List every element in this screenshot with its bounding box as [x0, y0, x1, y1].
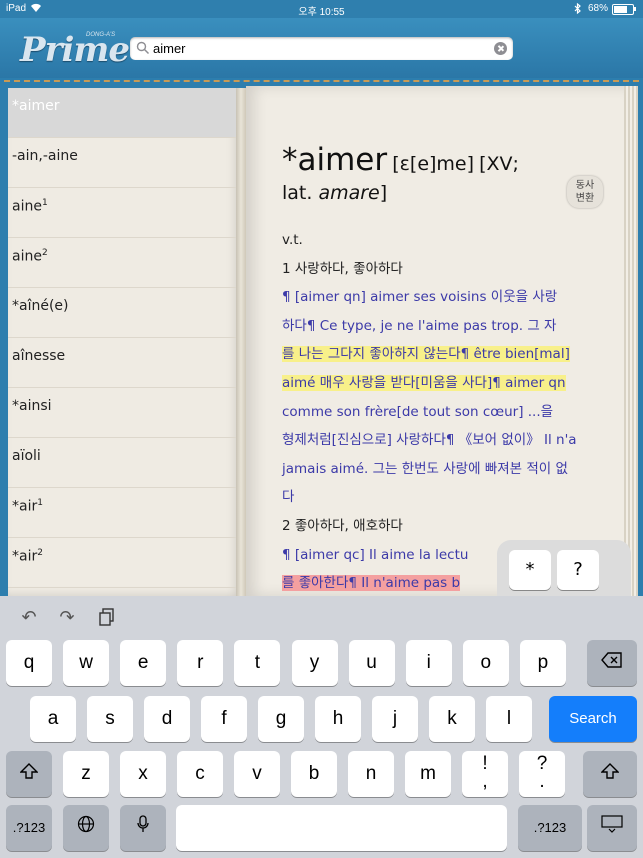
- dismiss-keyboard-key[interactable]: [587, 805, 637, 851]
- question-key[interactable]: ?: [557, 550, 599, 590]
- numbers-key[interactable]: .?123: [6, 805, 52, 851]
- key-t[interactable]: t: [234, 640, 281, 686]
- list-item[interactable]: aînesse: [8, 338, 238, 388]
- clear-icon[interactable]: [494, 42, 507, 55]
- search-input[interactable]: [153, 39, 483, 57]
- punct-key[interactable]: ?.: [519, 751, 565, 797]
- etymology: [XV;: [479, 153, 519, 175]
- list-item[interactable]: *aîné(e): [8, 288, 238, 338]
- pronunciation: [ɛ[e]me]: [392, 153, 475, 175]
- etymology-line: lat. amare]: [282, 182, 388, 204]
- key-a[interactable]: a: [30, 696, 76, 742]
- undo-icon[interactable]: ↶: [18, 608, 40, 628]
- page-edges: [624, 86, 638, 596]
- asterisk-key[interactable]: *: [509, 550, 551, 590]
- list-item[interactable]: *air2: [8, 538, 238, 588]
- key-b[interactable]: b: [291, 751, 337, 797]
- example-line: comme son frère[de tout son cœur] ...을: [282, 403, 554, 420]
- key-d[interactable]: d: [144, 696, 190, 742]
- example-line: 하다¶ Ce type, je ne l'aime pas trop. 그 자: [282, 317, 557, 334]
- key-y[interactable]: y: [291, 640, 338, 686]
- key-s[interactable]: s: [87, 696, 133, 742]
- keyboard: ↶ ↷ q w e r t y u i o p a s d f g h j k l Search z x c v b n m!,?.…: [0, 596, 643, 858]
- key-o[interactable]: o: [462, 640, 509, 686]
- key-e[interactable]: e: [120, 640, 167, 686]
- globe-key[interactable]: [63, 805, 109, 851]
- search-bar[interactable]: [130, 37, 513, 60]
- space-key[interactable]: [176, 805, 507, 851]
- app-header: Prime DONG-A'S: [0, 18, 643, 80]
- list-item[interactable]: -ain,-aine: [8, 138, 238, 188]
- key-f[interactable]: f: [201, 696, 247, 742]
- conjugation-button[interactable]: 동사 변환: [567, 176, 603, 208]
- search-key[interactable]: Search: [549, 696, 637, 742]
- example-line: 를 나는 그다지 좋아하지 않는다¶ être bien[mal]: [282, 340, 612, 369]
- clock: 오후 10:55: [298, 7, 345, 18]
- key-j[interactable]: j: [372, 696, 418, 742]
- word-list: *aimer -ain,-aine aine1 aine2 *aîné(e) a…: [8, 88, 238, 588]
- list-item[interactable]: aïoli: [8, 438, 238, 488]
- shift-key[interactable]: [6, 751, 52, 797]
- status-bar: iPad 오후 10:55 68%: [0, 0, 643, 18]
- microphone-key[interactable]: [120, 805, 166, 851]
- battery-percent: 68%: [588, 3, 609, 14]
- key-h[interactable]: h: [315, 696, 361, 742]
- key-u[interactable]: u: [348, 640, 395, 686]
- list-item[interactable]: aine2: [8, 238, 238, 288]
- numbers-key-right[interactable]: .?123: [518, 805, 582, 851]
- list-item[interactable]: *ainsi: [8, 388, 238, 438]
- example-line: jamais aimé. 그는 한번도 사랑에 빠져본 적이 없: [282, 460, 568, 477]
- redo-icon[interactable]: ↷: [56, 608, 78, 628]
- punct-key[interactable]: !,: [462, 751, 508, 797]
- sense-2: 2 좋아하다, 애호하다: [282, 517, 403, 534]
- key-n[interactable]: n: [348, 751, 394, 797]
- key-m[interactable]: m: [405, 751, 451, 797]
- sense-1: 1 사랑하다, 좋아하다: [282, 260, 403, 277]
- highlight[interactable]: aimé 매우 사랑을 받다[미움을 사다]¶ aimer qn: [282, 374, 566, 391]
- key-p[interactable]: p: [519, 640, 566, 686]
- delete-key[interactable]: [587, 640, 637, 686]
- list-item[interactable]: *aimer: [8, 88, 238, 138]
- key-c[interactable]: c: [177, 751, 223, 797]
- list-item[interactable]: aine1: [8, 188, 238, 238]
- shift-key-right[interactable]: [583, 751, 637, 797]
- key-r[interactable]: r: [177, 640, 224, 686]
- key-z[interactable]: z: [63, 751, 109, 797]
- paste-icon[interactable]: [96, 608, 118, 628]
- example-line: 형제처럼[진심으로] 사랑하다¶ 《보어 없이》 Il n'a: [282, 432, 577, 449]
- prime-logo: Prime DONG-A'S: [20, 28, 130, 72]
- example-line: aimé 매우 사랑을 받다[미움을 사다]¶ aimer qn: [282, 369, 612, 398]
- bluetooth-icon: [574, 2, 582, 17]
- example-line: 다: [282, 489, 295, 506]
- list-item[interactable]: *air1: [8, 488, 238, 538]
- key-g[interactable]: g: [258, 696, 304, 742]
- search-icon: [136, 41, 150, 55]
- example-line: ¶ [aimer qn] aimer ses voisins 이웃을 사랑: [282, 289, 558, 306]
- key-x[interactable]: x: [120, 751, 166, 797]
- highlight[interactable]: 를 나는 그다지 좋아하지 않는다¶ être bien[mal]: [282, 346, 570, 363]
- key-w[interactable]: w: [63, 640, 110, 686]
- key-q[interactable]: q: [6, 640, 52, 686]
- entry-headword: *aimer [ɛ[e]me] [XV;: [282, 142, 519, 178]
- part-of-speech: v.t.: [282, 232, 303, 248]
- key-l[interactable]: l: [486, 696, 532, 742]
- battery-icon: [612, 4, 636, 15]
- keyboard-toolbar: ↶ ↷: [0, 596, 643, 640]
- logo-subtext: DONG-A'S: [86, 32, 116, 38]
- highlight[interactable]: 를 좋아한다¶ Il n'aime pas b: [282, 575, 461, 592]
- key-k[interactable]: k: [429, 696, 475, 742]
- symbol-panel: * ?: [497, 540, 631, 596]
- key-i[interactable]: i: [405, 640, 452, 686]
- page-spine: [236, 88, 246, 596]
- key-v[interactable]: v: [234, 751, 280, 797]
